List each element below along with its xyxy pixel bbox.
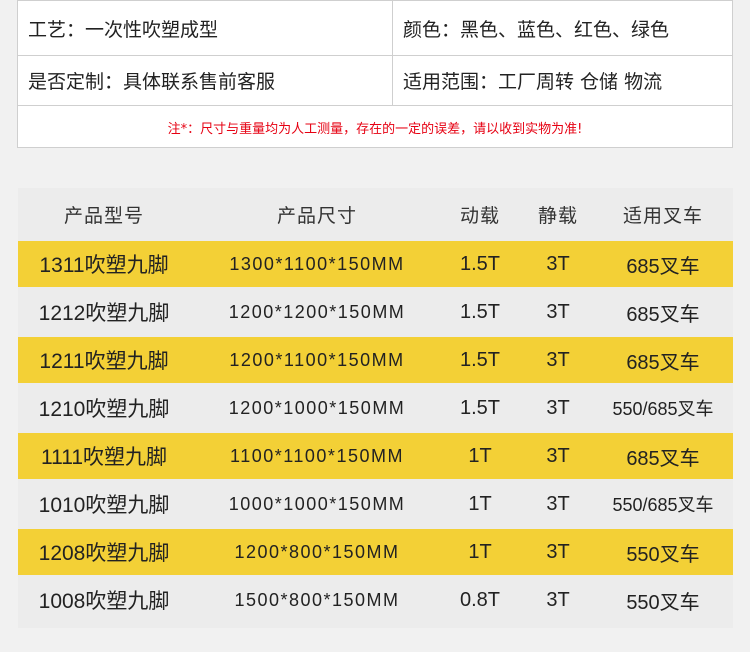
cell-static-load: 3T	[546, 540, 570, 563]
cell-forklift: 550/685叉车	[612, 399, 714, 419]
table-row: 1008吹塑九脚 1500*800*150MM 0.8T 3T 550叉车	[18, 577, 733, 623]
table-row: 1210吹塑九脚 1200*1000*150MM 1.5T 3T 550/685叉车	[18, 385, 733, 431]
cell-dynamic-load: 1.5T	[459, 300, 501, 323]
cell-forklift: 685叉车	[626, 303, 700, 326]
info-row-1: 工艺：一次性吹塑成型 颜色：黑色、蓝色、红色、绿色	[18, 1, 732, 56]
cell-model: 1210吹塑九脚	[38, 398, 170, 421]
cell-size: 1200*800*150MM	[234, 541, 400, 562]
cell-size: 1000*1000*150MM	[228, 493, 406, 514]
cell-dynamic-load: 0.8T	[459, 588, 501, 611]
table-header: 产品型号 产品尺寸 动载 静载 适用叉车	[18, 188, 733, 240]
process-text: 工艺：一次性吹塑成型	[18, 1, 393, 55]
cell-model: 1212吹塑九脚	[38, 302, 170, 325]
cell-dynamic-load: 1.5T	[459, 396, 501, 419]
custom-text: 是否定制：具体联系售前客服	[18, 56, 393, 105]
header-forklift: 适用叉车	[622, 204, 703, 227]
cell-dynamic-load: 1T	[468, 540, 492, 563]
info-panel: 工艺：一次性吹塑成型 颜色：黑色、蓝色、红色、绿色 是否定制：具体联系售前客服 …	[17, 0, 733, 148]
header-model: 产品型号	[63, 204, 144, 227]
cell-forklift: 685叉车	[626, 351, 700, 374]
cell-model: 1111吹塑九脚	[40, 446, 168, 469]
cell-model: 1211吹塑九脚	[39, 350, 169, 373]
header-static-load: 静载	[537, 204, 578, 227]
cell-static-load: 3T	[546, 588, 570, 611]
cell-model: 1311吹塑九脚	[39, 254, 169, 277]
info-row-2: 是否定制：具体联系售前客服 适用范围：工厂周转 仓储 物流	[18, 56, 732, 106]
cell-dynamic-load: 1.5T	[459, 252, 501, 275]
table-row: 1111吹塑九脚 1100*1100*150MM 1T 3T 685叉车	[18, 433, 733, 479]
cell-forklift: 550叉车	[626, 543, 700, 566]
cell-static-load: 3T	[546, 396, 570, 419]
cell-forklift: 550/685叉车	[612, 495, 714, 515]
cell-model: 1208吹塑九脚	[38, 542, 170, 565]
cell-size: 1200*1100*150MM	[229, 349, 405, 370]
table-row: 1208吹塑九脚 1200*800*150MM 1T 3T 550叉车	[18, 529, 733, 575]
table-row: 1211吹塑九脚 1200*1100*150MM 1.5T 3T 685叉车	[18, 337, 733, 383]
cell-static-load: 3T	[546, 348, 570, 371]
cell-static-load: 3T	[546, 444, 570, 467]
cell-dynamic-load: 1.5T	[459, 348, 501, 371]
cell-model: 1010吹塑九脚	[38, 494, 170, 517]
cell-size: 1200*1000*150MM	[228, 397, 406, 418]
scope-text: 适用范围：工厂周转 仓储 物流	[403, 71, 663, 93]
table-row: 1311吹塑九脚 1300*1100*150MM 1.5T 3T 685叉车	[18, 241, 733, 287]
header-dynamic-load: 动载	[459, 204, 500, 227]
header-size: 产品尺寸	[276, 204, 357, 227]
cell-size: 1200*1200*150MM	[228, 301, 406, 322]
cell-model: 1008吹塑九脚	[38, 590, 170, 613]
spec-table: 产品型号 产品尺寸 动载 静载 适用叉车 1311吹塑九脚 1300*1100*1…	[18, 188, 733, 628]
cell-size: 1300*1100*150MM	[229, 253, 405, 274]
cell-forklift: 685叉车	[626, 447, 700, 470]
cell-static-load: 3T	[546, 252, 570, 275]
table-row: 1212吹塑九脚 1200*1200*150MM 1.5T 3T 685叉车	[18, 289, 733, 335]
cell-size: 1100*1100*150MM	[230, 445, 404, 466]
cell-static-load: 3T	[546, 492, 570, 515]
cell-static-load: 3T	[546, 300, 570, 323]
measurement-note: 注*：尺寸与重量均为人工测量，存在的一定的误差，请以收到实物为准!	[167, 121, 583, 137]
cell-dynamic-load: 1T	[468, 444, 492, 467]
color-text: 颜色：黑色、蓝色、红色、绿色	[403, 18, 670, 41]
cell-size: 1500*800*150MM	[234, 589, 400, 610]
table-row: 1010吹塑九脚 1000*1000*150MM 1T 3T 550/685叉车	[18, 481, 733, 527]
cell-dynamic-load: 1T	[468, 492, 492, 515]
cell-forklift: 685叉车	[626, 255, 700, 278]
cell-forklift: 550叉车	[626, 591, 700, 614]
